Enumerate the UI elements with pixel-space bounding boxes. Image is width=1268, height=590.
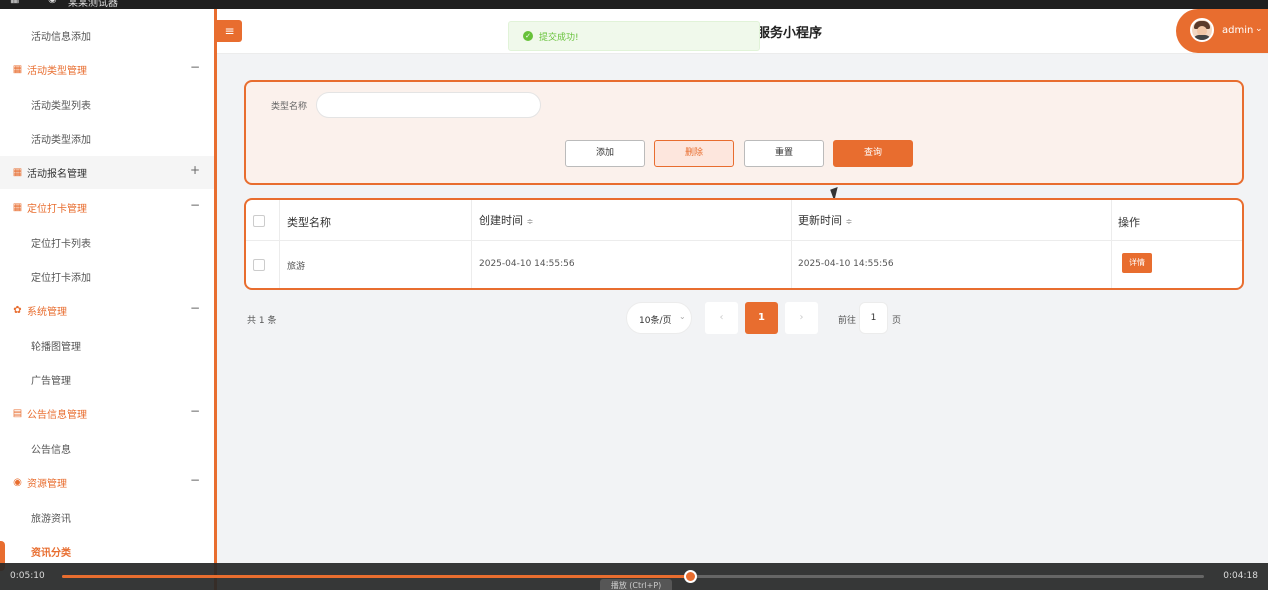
query-button[interactable]: 查询 [833,140,913,167]
page-number-button[interactable]: 1 [745,302,778,334]
elapsed-time: 0:05:10 [10,571,45,581]
expand-icon[interactable]: + [190,163,200,177]
database-icon: ◉ [13,477,22,488]
detail-button[interactable]: 详情 [1122,253,1152,273]
apps-icon[interactable]: ▦ [10,0,19,5]
seek-progress [62,575,691,578]
sidebar-group[interactable]: ▤ 公告信息管理 − [0,397,214,430]
sidebar-item-label: 轮播图管理 [31,342,81,353]
sidebar-item-label: 活动信息添加 [31,32,91,43]
search-label: 类型名称 [271,102,308,112]
check-circle-icon: ✓ [523,31,533,41]
menu-toggle-icon[interactable]: ≡ [217,20,242,42]
app-title: 某某测试器 [68,0,118,9]
cell-type-name: 旅游 [287,262,306,272]
add-button[interactable]: 添加 [565,140,645,167]
collapse-icon[interactable]: − [190,60,200,74]
window-title-bar: ▦ ◉ 某某测试器 [0,0,1268,9]
header-created-time[interactable]: 创建时间 ≑ [479,212,533,228]
sidebar-group[interactable]: ▦ 活动报名管理 + [0,156,214,189]
sort-icon[interactable]: ≑ [527,217,534,226]
sidebar: 活动信息添加 ▦ 活动类型管理 − 活动类型列表 活动类型添加 ▦ 活动报名管理 + ▦ 定位打卡管… [0,9,214,563]
sidebar-item[interactable]: 活动类型添加 [0,122,214,155]
sidebar-item-label: 公告信息 [31,445,71,456]
sidebar-item[interactable]: 广告管理 [0,363,214,396]
sidebar-group-label: 活动类型管理 [27,66,87,77]
remaining-time: 0:04:18 [1223,571,1258,581]
seek-bar[interactable] [62,570,1204,583]
chevron-down-icon[interactable]: ⌄ [679,312,686,321]
document-icon: ▤ [12,408,23,419]
header-actions: 操作 [1118,216,1140,229]
goto-unit: 页 [892,316,902,326]
sidebar-item-label: 定位打卡列表 [31,239,91,250]
grid-icon: ▦ [12,64,23,75]
app-logo-icon: ◉ [48,0,57,5]
play-tooltip: 播放 (Ctrl+P) [600,579,672,590]
select-all-checkbox[interactable] [253,215,265,227]
cell-updated-time: 2025-04-10 14:55:56 [798,259,894,269]
username[interactable]: admin [1222,25,1253,36]
table-header: 类型名称 创建时间 ≑ 更新时间 ≑ 操作 [246,200,1242,241]
sidebar-item[interactable]: 定位打卡列表 [0,226,214,259]
collapse-icon[interactable]: − [190,473,200,487]
toast-message: 提交成功! [539,33,579,43]
sidebar-group-label: 活动报名管理 [27,169,87,180]
sidebar-item-label: 资讯分类 [31,548,71,559]
sidebar-item-label: 活动类型添加 [31,135,91,146]
video-player-bar: 0:05:10 0:04:18 播放 (Ctrl+P) [0,563,1268,590]
data-table: 类型名称 创建时间 ≑ 更新时间 ≑ 操作 旅游 2025-04-10 14:5… [244,198,1244,290]
sidebar-item[interactable]: 轮播图管理 [0,329,214,362]
sidebar-item-label: 广告管理 [31,376,71,387]
seek-handle[interactable] [684,570,698,583]
sidebar-item-label: 旅游资讯 [31,514,71,525]
success-toast: ✓ 提交成功! [508,21,760,51]
collapse-icon[interactable]: − [190,198,200,212]
user-menu[interactable]: admin ⌄ [1176,9,1268,53]
sidebar-group-label: 资源管理 [27,479,67,490]
page-title: 服务小程序 [757,26,823,41]
total-count: 共 1 条 [247,316,277,326]
page-size-select[interactable]: 10条/页 ⌄ [626,302,692,334]
page-size-value[interactable]: 10条/页 [639,313,672,326]
prev-page-button[interactable]: ‹ [705,302,738,334]
header-type-name: 类型名称 [287,216,331,229]
reset-button[interactable]: 重置 [744,140,824,167]
collapse-icon[interactable]: − [190,404,200,418]
collapse-icon[interactable]: − [190,301,200,315]
goto-label: 前往 [838,316,857,326]
sidebar-item[interactable]: 资讯分类 [0,535,214,563]
sidebar-group[interactable]: ▦ 活动类型管理 − [0,53,214,86]
table-row: 旅游 2025-04-10 14:55:56 2025-04-10 14:55:… [246,240,1242,288]
row-checkbox[interactable] [253,259,265,271]
sidebar-item[interactable]: 定位打卡添加 [0,260,214,293]
header: ≡ 服务小程序 ✓ 提交成功! admin ⌄ [217,9,1268,54]
sidebar-item[interactable]: 活动类型列表 [0,88,214,121]
grid-icon: ▦ [12,167,23,178]
avatar[interactable] [1190,18,1214,42]
sidebar-group[interactable]: ◉ 资源管理 − [0,466,214,499]
header-updated-time[interactable]: 更新时间 ≑ [798,212,852,228]
sidebar-group[interactable]: ✿ 系统管理 − [0,294,214,327]
next-page-button[interactable]: › [785,302,818,334]
chevron-down-icon[interactable]: ⌄ [1255,24,1263,34]
goto-page-input[interactable]: 1 [859,302,888,334]
cell-created-time: 2025-04-10 14:55:56 [479,259,575,269]
sidebar-group-label: 系统管理 [27,307,67,318]
search-panel: 类型名称 添加 删除 重置 查询 [244,80,1244,185]
sidebar-group-label: 公告信息管理 [27,410,87,421]
sidebar-divider [214,9,217,590]
sidebar-group-label: 定位打卡管理 [27,204,87,215]
delete-button[interactable]: 删除 [654,140,734,167]
sidebar-item-label: 活动类型列表 [31,101,91,112]
gear-icon: ✿ [13,305,22,316]
sidebar-group[interactable]: ▦ 定位打卡管理 − [0,191,214,224]
type-name-input[interactable] [316,92,541,118]
grid-icon: ▦ [12,202,23,213]
sidebar-item[interactable]: 活动信息添加 [0,19,214,52]
sidebar-item[interactable]: 旅游资讯 [0,501,214,534]
sort-icon[interactable]: ≑ [846,217,853,226]
sidebar-item[interactable]: 公告信息 [0,432,214,465]
sidebar-item-label: 定位打卡添加 [31,273,91,284]
